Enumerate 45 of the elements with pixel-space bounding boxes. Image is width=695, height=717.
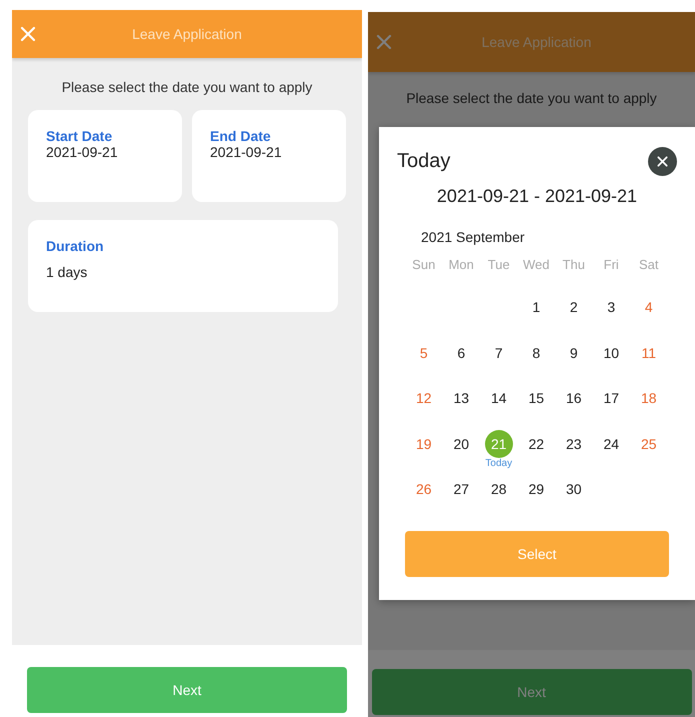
weekday-label: Sat: [638, 257, 658, 272]
dialog-title: Today: [397, 150, 450, 173]
calendar-day[interactable]: 8: [522, 338, 550, 366]
date-value: 2021-09-21: [46, 144, 119, 160]
weekday-label: Tue: [488, 257, 510, 272]
month-label: 2021 September: [421, 229, 526, 245]
weekday-label: Thu: [562, 257, 585, 272]
calendar-day[interactable]: 30: [560, 475, 588, 503]
card-label: Duration: [46, 238, 105, 254]
date-range: 2021-09-21 - 2021-09-21: [436, 186, 638, 207]
today-label: Today: [485, 458, 512, 468]
calendar-day[interactable]: 28: [484, 475, 513, 503]
calendar-day[interactable]: 22: [522, 430, 550, 458]
card-label: Start Date: [46, 128, 114, 144]
calendar-day[interactable]: 16: [560, 384, 588, 412]
calendar-day[interactable]: 7: [484, 338, 513, 366]
close-icon[interactable]: [648, 147, 677, 176]
calendar-day[interactable]: 23: [560, 430, 588, 458]
weekday-label: Wed: [523, 257, 550, 272]
screen-title: Leave Application: [132, 26, 242, 42]
card-label: End Date: [210, 128, 272, 144]
instruction-text: Please select the date you want to apply: [60, 79, 314, 95]
date-card[interactable]: Start Date 2021-09-21: [28, 110, 182, 202]
calendar-day[interactable]: 20: [447, 430, 476, 458]
date-value: 2021-09-21: [210, 144, 283, 160]
calendar-day[interactable]: 17: [597, 384, 626, 412]
calendar-day[interactable]: 9: [560, 338, 588, 366]
calendar-day[interactable]: 14: [484, 384, 513, 412]
screen-title: Leave Application: [482, 34, 592, 50]
calendar-day[interactable]: 1: [522, 293, 550, 321]
calendar-day[interactable]: 6: [447, 338, 476, 366]
date-card[interactable]: End Date 2021-09-21: [192, 110, 346, 202]
calendar-day[interactable]: 3: [597, 293, 626, 321]
instruction-text: Please select the date you want to apply: [405, 90, 658, 106]
weekday-label: Mon: [448, 257, 474, 272]
calendar-day[interactable]: 13: [447, 384, 476, 412]
calendar-day[interactable]: 24: [597, 430, 626, 458]
weekday-label: Sun: [412, 257, 436, 272]
calendar-day[interactable]: 27: [447, 475, 476, 503]
calendar-day[interactable]: 10: [597, 338, 626, 366]
calendar-day[interactable]: 2: [560, 293, 588, 321]
calendar-day[interactable]: 15: [522, 384, 550, 412]
duration-value: 1 days: [46, 264, 88, 280]
weekday-label: Fri: [604, 257, 619, 272]
calendar-day[interactable]: 29: [522, 475, 550, 503]
